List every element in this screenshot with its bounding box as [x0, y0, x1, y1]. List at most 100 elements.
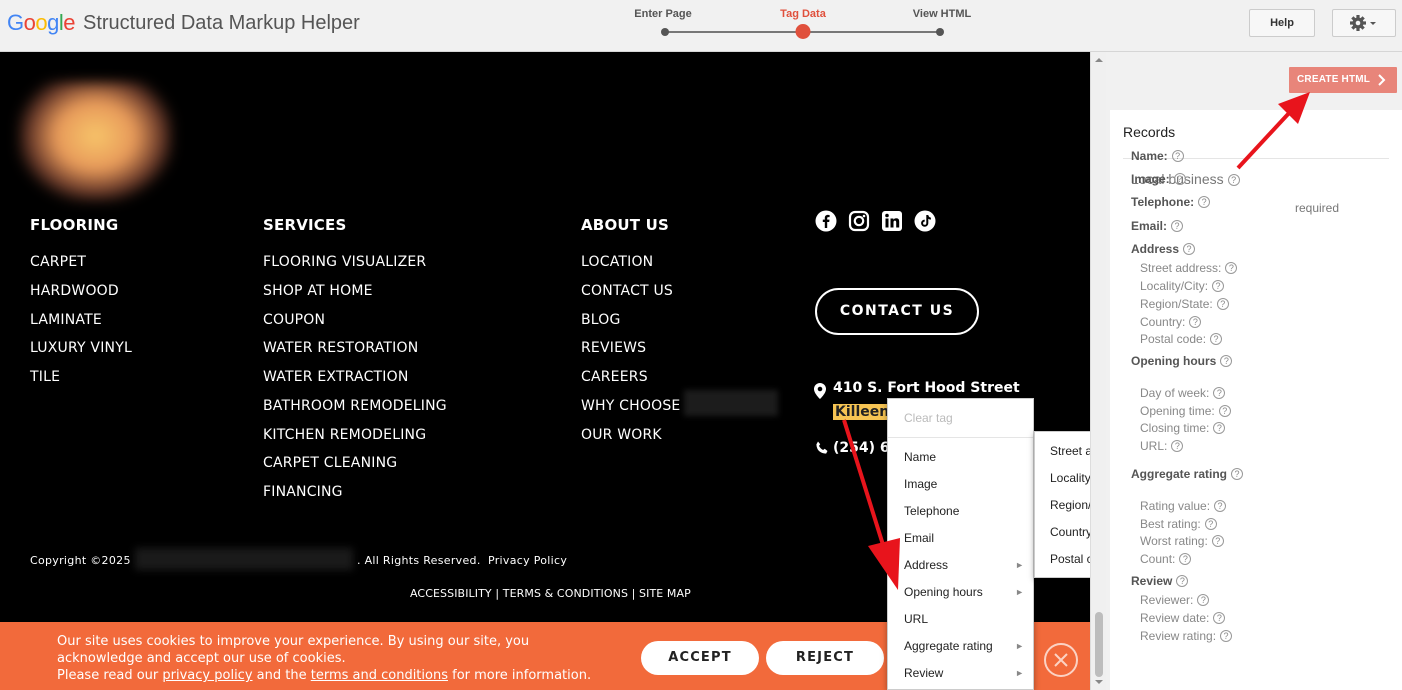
flooring-heading[interactable]: FLOORING — [30, 216, 118, 234]
help-icon[interactable]: ? — [1171, 150, 1184, 162]
instagram-icon[interactable] — [848, 210, 870, 232]
tiktok-icon[interactable] — [914, 210, 936, 232]
nav-why-choose[interactable]: WHY CHOOSE — [581, 398, 680, 414]
help-icon[interactable]: ? — [1213, 387, 1226, 399]
help-icon[interactable]: ? — [1211, 535, 1224, 547]
map-pin-icon — [814, 383, 826, 399]
phone-number[interactable]: (254) 6 — [833, 440, 890, 456]
nav-water-restoration[interactable]: WATER RESTORATION — [263, 340, 418, 356]
address-city-highlighted[interactable]: Killeen — [833, 404, 892, 420]
step-enter-page[interactable]: Enter Page — [634, 8, 691, 20]
nav-water-extraction[interactable]: WATER EXTRACTION — [263, 369, 409, 385]
tag-item-telephone[interactable]: Telephone — [904, 504, 1024, 518]
scroll-up-icon[interactable] — [1091, 54, 1107, 66]
help-icon[interactable]: ? — [1220, 630, 1233, 642]
nav-reviews[interactable]: REVIEWS — [581, 340, 646, 356]
about-heading[interactable]: ABOUT US — [581, 216, 669, 234]
clear-tag-item[interactable]: Clear tag — [904, 411, 953, 425]
services-heading[interactable]: SERVICES — [263, 216, 346, 234]
cookie-line-3-mid: and the — [252, 668, 311, 683]
tag-item-name[interactable]: Name — [904, 450, 1024, 464]
help-icon[interactable]: ? — [1231, 468, 1244, 480]
tag-item-image[interactable]: Image — [904, 477, 1024, 491]
submenu-arrow-icon: ► — [1015, 641, 1024, 651]
settings-button[interactable] — [1332, 9, 1396, 37]
nav-bathroom-remodeling[interactable]: BATHROOM REMODELING — [263, 398, 447, 414]
tag-item-label: Telephone — [904, 504, 960, 518]
help-icon[interactable]: ? — [1183, 243, 1196, 255]
tag-item-url[interactable]: URL — [904, 612, 1024, 626]
close-banner-button[interactable] — [1044, 643, 1078, 677]
help-button[interactable]: Help — [1249, 9, 1315, 37]
help-icon[interactable]: ? — [1225, 262, 1238, 274]
tag-item-email[interactable]: Email — [904, 531, 1024, 545]
tag-item-label: Opening hours — [904, 585, 983, 599]
cookie-terms-link[interactable]: terms and conditions — [311, 668, 448, 683]
help-icon[interactable]: ? — [1216, 298, 1229, 310]
step-view-html[interactable]: View HTML — [913, 8, 971, 20]
help-icon[interactable]: ? — [1179, 553, 1192, 565]
scroll-down-icon[interactable] — [1091, 676, 1107, 688]
tag-item-label: URL — [904, 612, 929, 626]
nav-contact-us[interactable]: CONTACT US — [581, 283, 673, 299]
nav-careers[interactable]: CAREERS — [581, 369, 648, 385]
help-icon[interactable]: ? — [1212, 280, 1225, 292]
help-icon[interactable]: ? — [1218, 405, 1231, 417]
help-icon[interactable]: ? — [1171, 440, 1184, 452]
record-field-closing-time: Closing time:? — [1140, 421, 1226, 435]
chevron-down-icon — [1370, 22, 1376, 25]
tag-item-address[interactable]: Address ► — [904, 558, 1024, 572]
help-icon[interactable]: ? — [1227, 174, 1240, 186]
nav-laminate[interactable]: LAMINATE — [30, 312, 102, 328]
nav-tile[interactable]: TILE — [30, 369, 60, 385]
facebook-icon[interactable] — [815, 210, 837, 232]
nav-our-work[interactable]: OUR WORK — [581, 427, 662, 443]
help-icon[interactable]: ? — [1189, 316, 1202, 328]
nav-blog[interactable]: BLOG — [581, 312, 621, 328]
address-street[interactable]: 410 S. Fort Hood Street — [833, 380, 1020, 396]
record-field-address: Address? — [1131, 242, 1196, 256]
privacy-policy-link[interactable]: Privacy Policy — [488, 554, 567, 567]
help-icon[interactable]: ? — [1176, 575, 1189, 587]
tag-item-opening-hours[interactable]: Opening hours ► — [904, 585, 1024, 599]
footer-legal-links[interactable]: ACCESSIBILITY | TERMS & CONDITIONS | SIT… — [410, 587, 691, 600]
tag-item-review[interactable]: Review ► — [904, 666, 1024, 680]
submenu-country[interactable]: Country — [1050, 525, 1092, 539]
reject-cookies-button[interactable]: REJECT — [766, 641, 884, 675]
scrollbar-thumb[interactable] — [1095, 612, 1103, 677]
nav-luxury-vinyl[interactable]: LUXURY VINYL — [30, 340, 132, 356]
records-title: Records — [1123, 124, 1176, 140]
nav-carpet-cleaning[interactable]: CARPET CLEANING — [263, 455, 397, 471]
step-dot-tag-data[interactable] — [795, 24, 811, 39]
help-icon[interactable]: ? — [1204, 518, 1217, 530]
help-icon[interactable]: ? — [1197, 594, 1210, 606]
help-icon[interactable]: ? — [1210, 333, 1223, 345]
help-icon[interactable]: ? — [1213, 422, 1226, 434]
contact-us-button[interactable]: CONTACT US — [815, 288, 979, 335]
nav-kitchen-remodeling[interactable]: KITCHEN REMODELING — [263, 427, 426, 443]
help-icon[interactable]: ? — [1213, 612, 1226, 624]
tag-item-aggregate-rating[interactable]: Aggregate rating ► — [904, 639, 1024, 653]
cookie-privacy-link[interactable]: privacy policy — [162, 668, 252, 683]
preview-scrollbar[interactable] — [1090, 52, 1106, 690]
help-icon[interactable]: ? — [1214, 500, 1227, 512]
nav-shop-at-home[interactable]: SHOP AT HOME — [263, 283, 373, 299]
linkedin-icon[interactable] — [881, 210, 903, 232]
nav-hardwood[interactable]: HARDWOOD — [30, 283, 119, 299]
nav-coupon[interactable]: COUPON — [263, 312, 325, 328]
create-html-label: CREATE HTML — [1297, 74, 1371, 85]
step-dot-view-html[interactable] — [936, 28, 944, 36]
step-tag-data[interactable]: Tag Data — [780, 8, 826, 20]
help-icon[interactable]: ? — [1173, 173, 1186, 185]
help-icon[interactable]: ? — [1198, 196, 1211, 208]
create-html-button[interactable]: CREATE HTML — [1289, 67, 1397, 93]
google-logo: Google — [7, 10, 76, 35]
nav-financing[interactable]: FINANCING — [263, 484, 343, 500]
step-dot-enter-page[interactable] — [661, 28, 669, 36]
nav-carpet[interactable]: CARPET — [30, 254, 86, 270]
accept-cookies-button[interactable]: ACCEPT — [641, 641, 759, 675]
help-icon[interactable]: ? — [1220, 355, 1233, 367]
nav-location[interactable]: LOCATION — [581, 254, 653, 270]
help-icon[interactable]: ? — [1171, 220, 1184, 232]
nav-flooring-visualizer[interactable]: FLOORING VISUALIZER — [263, 254, 426, 270]
